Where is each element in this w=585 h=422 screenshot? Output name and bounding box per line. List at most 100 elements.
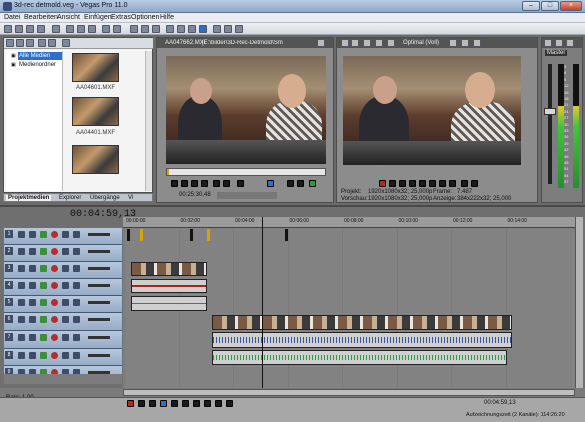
fx-icon[interactable]	[40, 316, 47, 323]
track-header-4[interactable]: 4	[4, 279, 122, 296]
properties-icon[interactable]	[48, 39, 56, 47]
menu-ansicht[interactable]: Ansicht	[57, 14, 80, 21]
menu-einfuegen[interactable]: Einfügen	[84, 14, 112, 21]
compositing-icon[interactable]	[62, 334, 69, 341]
loop-icon[interactable]	[171, 180, 178, 187]
get-media-icon[interactable]	[26, 39, 34, 47]
track-header-1[interactable]: 1	[4, 228, 122, 245]
automation-icon[interactable]	[51, 352, 58, 359]
project-settings-icon[interactable]	[341, 39, 349, 47]
preview-quality-dropdown[interactable]: Optimal (Voll)	[403, 40, 439, 46]
solo-icon[interactable]	[29, 352, 36, 359]
tab-explorer[interactable]: Explorer	[59, 195, 81, 201]
record-icon[interactable]	[379, 180, 386, 187]
copy-icon[interactable]	[77, 25, 85, 33]
compositing-icon[interactable]	[62, 265, 69, 272]
whatsthis-icon[interactable]	[235, 25, 243, 33]
compositing-icon[interactable]	[62, 316, 69, 323]
lock-envelopes-icon[interactable]	[152, 25, 160, 33]
go-to-end-icon[interactable]	[204, 400, 211, 407]
track-level-slider[interactable]	[88, 354, 110, 357]
pause-icon[interactable]	[191, 180, 198, 187]
track-level-slider[interactable]	[88, 267, 110, 270]
mute-icon[interactable]	[18, 231, 25, 238]
render-icon[interactable]	[52, 25, 60, 33]
tree-item-alle-medien[interactable]: Alle Medien	[19, 53, 50, 59]
envelope-tool-icon[interactable]	[177, 25, 185, 33]
close-button[interactable]: ×	[560, 1, 582, 11]
expand-icon[interactable]	[73, 299, 80, 306]
media-thumbnail[interactable]	[72, 97, 119, 126]
stop-icon[interactable]	[429, 180, 436, 187]
mute-icon[interactable]	[18, 352, 25, 359]
audio-clip[interactable]	[131, 279, 207, 293]
solo-icon[interactable]	[29, 248, 36, 255]
properties-icon[interactable]	[37, 25, 45, 33]
marker[interactable]	[285, 229, 288, 241]
solo-icon[interactable]	[29, 316, 36, 323]
tab-video-fx[interactable]: Vi	[128, 195, 133, 201]
selection-tool-icon[interactable]	[188, 25, 196, 33]
play-from-start-icon[interactable]	[399, 180, 406, 187]
menu-extras[interactable]: Extras	[111, 14, 131, 21]
track-header-2[interactable]: 2	[4, 245, 122, 262]
normal-edit-tool-icon[interactable]	[166, 25, 174, 33]
fx-icon[interactable]	[363, 39, 371, 47]
new-icon[interactable]	[4, 25, 12, 33]
undo-icon[interactable]	[102, 25, 110, 33]
automation-icon[interactable]	[51, 282, 58, 289]
compositing-icon[interactable]	[62, 248, 69, 255]
mute-icon[interactable]	[18, 265, 25, 272]
trimmer-menu-icon[interactable]	[317, 39, 325, 47]
expand-icon[interactable]	[73, 265, 80, 272]
capture-icon[interactable]	[16, 39, 24, 47]
loop-icon[interactable]	[389, 180, 396, 187]
media-thumbnail[interactable]	[72, 145, 119, 174]
import-media-icon[interactable]	[6, 39, 14, 47]
track-level-slider[interactable]	[88, 284, 110, 287]
save-icon[interactable]	[26, 25, 34, 33]
expand-icon[interactable]	[73, 352, 80, 359]
fx-icon[interactable]	[40, 248, 47, 255]
master-fader-handle[interactable]	[544, 108, 556, 115]
overlays-icon[interactable]	[449, 39, 457, 47]
track-header-3[interactable]: 3	[4, 262, 122, 279]
track-header-7[interactable]: 7	[4, 331, 122, 349]
tab-uebergaenge[interactable]: Übergänge	[90, 195, 120, 201]
audio-icon[interactable]	[309, 180, 316, 187]
splitter[interactable]	[0, 205, 585, 207]
compositing-icon[interactable]	[62, 299, 69, 306]
track-header-8[interactable]: 8	[4, 349, 122, 366]
save-snapshot-icon[interactable]	[473, 39, 481, 47]
media-fx-icon[interactable]	[62, 39, 70, 47]
cut-icon[interactable]	[66, 25, 74, 33]
expand-icon[interactable]	[73, 334, 80, 341]
solo-icon[interactable]	[29, 282, 36, 289]
fx-icon[interactable]	[40, 282, 47, 289]
marker[interactable]	[207, 229, 210, 241]
compositing-icon[interactable]	[62, 352, 69, 359]
autoripple-icon[interactable]	[141, 25, 149, 33]
fx-icon[interactable]	[40, 231, 47, 238]
fx-icon[interactable]	[40, 352, 47, 359]
fx-icon[interactable]	[40, 265, 47, 272]
tab-projektmedien[interactable]: Projektmedien	[6, 195, 52, 201]
trimmer-timeline[interactable]	[166, 168, 326, 176]
mute-icon[interactable]	[18, 334, 25, 341]
external-monitor-icon[interactable]	[351, 39, 359, 47]
go-to-end-icon[interactable]	[449, 180, 456, 187]
menu-hilfe[interactable]: Hilfe	[160, 14, 174, 21]
stereo-3d-icon[interactable]	[387, 39, 395, 47]
mixer-fx-icon[interactable]	[544, 39, 552, 47]
timeline-cursor[interactable]	[262, 217, 263, 388]
next-frame-icon[interactable]	[471, 180, 478, 187]
stop-icon[interactable]	[182, 400, 189, 407]
redo-icon[interactable]	[113, 25, 121, 33]
vertical-scrollbar[interactable]	[145, 51, 152, 191]
dim-icon[interactable]	[566, 39, 574, 47]
record-icon[interactable]	[127, 400, 134, 407]
compositing-icon[interactable]	[62, 282, 69, 289]
menu-bearbeiten[interactable]: Bearbeiten	[24, 14, 58, 21]
mute-icon[interactable]	[18, 316, 25, 323]
timeline-horizontal-scrollbar[interactable]	[123, 389, 575, 396]
